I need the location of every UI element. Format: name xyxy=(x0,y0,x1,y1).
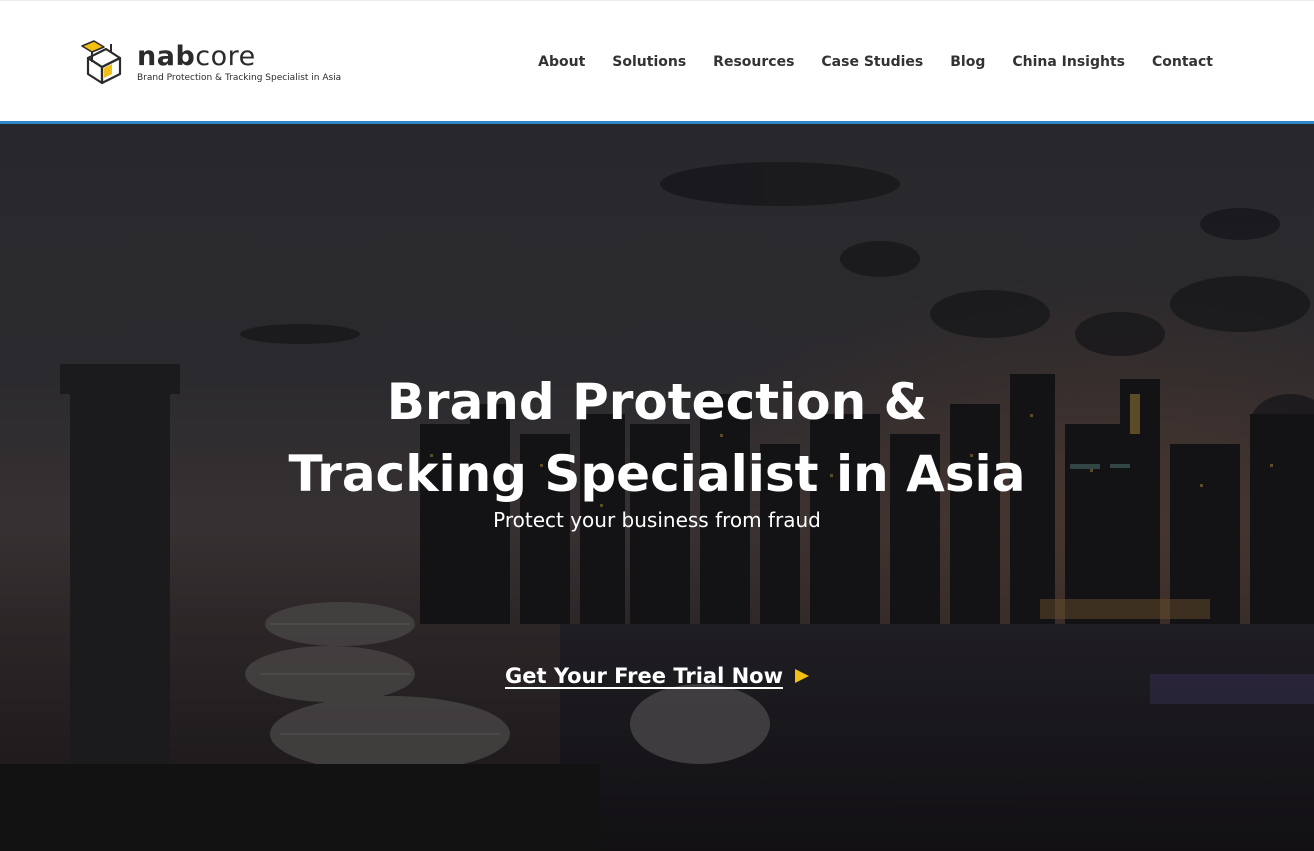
logo-word-bold: nab xyxy=(137,41,196,72)
hero-title-line-1: Brand Protection & xyxy=(386,373,928,431)
free-trial-button[interactable]: Get Your Free Trial Now xyxy=(505,664,783,688)
site-header: nabcore Brand Protection & Tracking Spec… xyxy=(0,0,1314,121)
nav-item-blog[interactable]: Blog xyxy=(950,54,985,70)
logo-word-light: core xyxy=(195,41,256,72)
nav-item-solutions[interactable]: Solutions xyxy=(612,54,686,70)
logo-wordmark: nabcore xyxy=(137,43,341,71)
nav-item-about[interactable]: About xyxy=(538,54,585,70)
hero-section: Brand Protection & Tracking Specialist i… xyxy=(0,124,1314,851)
cta-container: Get Your Free Trial Now xyxy=(0,664,1314,688)
play-arrow-icon[interactable] xyxy=(794,669,809,683)
hero-title-line-2: Tracking Specialist in Asia xyxy=(288,445,1026,503)
hero-subtitle: Protect your business from fraud xyxy=(493,508,821,532)
nav-item-resources[interactable]: Resources xyxy=(713,54,794,70)
main-nav: About Solutions Resources Case Studies B… xyxy=(538,54,1213,70)
hero-title: Brand Protection & Tracking Specialist i… xyxy=(0,366,1314,510)
nav-item-contact[interactable]: Contact xyxy=(1152,54,1213,70)
site-logo[interactable]: nabcore Brand Protection & Tracking Spec… xyxy=(78,37,348,89)
logo-tagline: Brand Protection & Tracking Specialist i… xyxy=(137,73,342,83)
nabcore-cube-logo-icon xyxy=(81,40,122,85)
nav-item-case-studies[interactable]: Case Studies xyxy=(821,54,923,70)
nav-item-china-insights[interactable]: China Insights xyxy=(1012,54,1125,70)
